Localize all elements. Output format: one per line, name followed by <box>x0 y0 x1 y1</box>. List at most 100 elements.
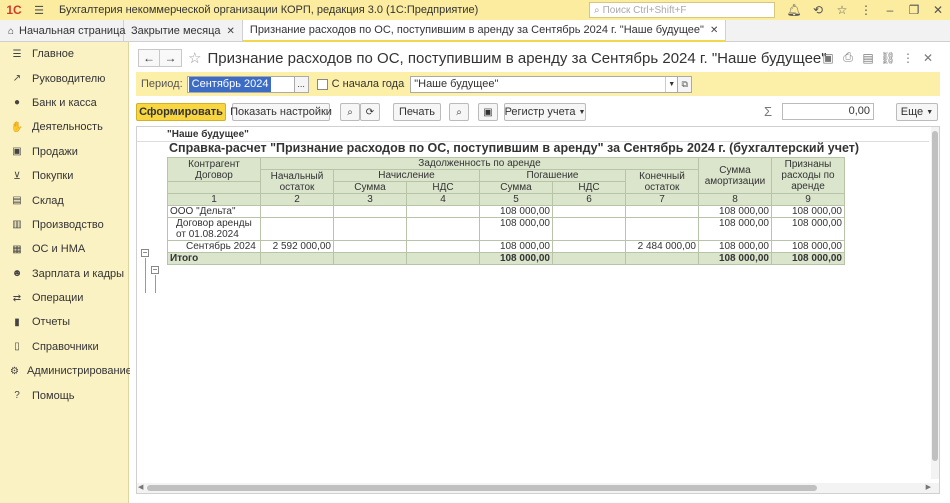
table-row[interactable]: Сентябрь 2024 2 592 000,00 108 000,00 2 … <box>167 240 845 253</box>
cell[interactable] <box>260 205 334 218</box>
tab-report[interactable]: Признание расходов по ОС, поступившим в … <box>242 20 727 42</box>
cell[interactable]: 108 000,00 <box>771 252 845 265</box>
sidebar-item-bank[interactable]: ● Банк и касса <box>0 91 128 115</box>
history-icon[interactable]: ⟲ <box>806 2 830 18</box>
find-next-button[interactable]: ⟳ <box>360 103 380 121</box>
scroll-thumb[interactable] <box>147 485 817 491</box>
cell-name[interactable]: Итого <box>167 252 261 265</box>
sum-field[interactable]: 0,00 <box>782 103 874 120</box>
close-tab-icon[interactable]: ✕ <box>227 26 235 37</box>
cell[interactable] <box>260 217 334 241</box>
bell-icon[interactable]: 🔔︎ <box>782 2 806 18</box>
sidebar-item-reports[interactable]: ▮ Отчеты <box>0 310 128 334</box>
cell[interactable] <box>333 240 407 253</box>
organization-field[interactable]: "Наше будущее" ▼ <box>410 75 679 93</box>
cell[interactable] <box>625 217 699 241</box>
collapse-group-icon[interactable]: − <box>141 249 149 257</box>
cell[interactable] <box>552 240 626 253</box>
sidebar-item-purchases[interactable]: ⊻ Покупки <box>0 164 128 188</box>
cell[interactable] <box>625 252 699 265</box>
cell[interactable]: 108 000,00 <box>698 240 772 253</box>
tab-home[interactable]: ⌂ Начальная страница <box>0 20 125 42</box>
more-button[interactable]: Еще ▼ <box>896 103 938 121</box>
close-tab-icon[interactable]: ✕ <box>710 25 718 36</box>
sidebar-item-admin[interactable]: ⚙ Администрирование <box>0 359 132 383</box>
sidebar-item-catalogs[interactable]: ▯ Справочники <box>0 335 128 359</box>
close-icon[interactable]: ✕ <box>918 51 938 65</box>
cell[interactable] <box>333 252 407 265</box>
table-row[interactable]: ООО "Дельта" 108 000,00 108 000,00 108 0… <box>167 205 845 218</box>
collapse-group-icon[interactable]: − <box>151 266 159 274</box>
cell[interactable]: 108 000,00 <box>698 217 772 241</box>
table-row[interactable]: Договор аренды от 01.08.2024 108 000,00 … <box>167 217 845 241</box>
report-sheet[interactable]: "Наше будущее" Справка-расчет "Признание… <box>136 126 940 494</box>
print-button[interactable]: Печать <box>393 103 441 121</box>
sidebar-item-sales[interactable]: ▣ Продажи <box>0 140 128 164</box>
close-icon[interactable]: ✕ <box>926 2 950 18</box>
cell[interactable]: 108 000,00 <box>479 217 553 241</box>
show-settings-button[interactable]: Показать настройки <box>230 103 332 121</box>
register-button[interactable]: Регистр учета ▼ <box>504 103 586 121</box>
more-icon[interactable]: ⋮ <box>854 2 878 18</box>
cell[interactable] <box>406 217 480 241</box>
from-year-checkbox[interactable] <box>316 78 328 90</box>
cell[interactable]: 108 000,00 <box>771 205 845 218</box>
cell[interactable] <box>625 205 699 218</box>
preview-button[interactable]: ⌕ <box>449 103 469 121</box>
scroll-left-icon[interactable]: ◀ <box>138 483 143 493</box>
search-input[interactable]: ⌕ Поиск Ctrl+Shift+F <box>589 2 775 18</box>
vertical-scrollbar[interactable] <box>931 127 939 479</box>
cell[interactable] <box>552 252 626 265</box>
minimize-icon[interactable]: – <box>878 2 902 18</box>
sidebar-item-main[interactable]: ☰ Главное <box>0 42 128 66</box>
preview-icon[interactable]: ▤ <box>858 51 878 65</box>
generate-button[interactable]: Сформировать <box>136 103 226 121</box>
search-report-button[interactable]: ⌕ <box>340 103 360 121</box>
cell-name[interactable]: Договор аренды от 01.08.2024 <box>167 217 261 241</box>
scroll-thumb[interactable] <box>932 131 938 461</box>
period-select-button[interactable]: ... <box>294 75 309 93</box>
cell[interactable]: 2 484 000,00 <box>625 240 699 253</box>
dropdown-icon[interactable]: ▼ <box>665 76 677 92</box>
sidebar-item-operations[interactable]: ⇄ Операции <box>0 286 128 310</box>
cell[interactable]: 108 000,00 <box>698 252 772 265</box>
print-icon[interactable]: ⎙ <box>838 50 858 65</box>
sidebar-item-manager[interactable]: ↗ Руководителю <box>0 66 128 90</box>
period-field[interactable]: Сентябрь 2024 <box>186 75 295 93</box>
cell[interactable] <box>406 252 480 265</box>
cell[interactable]: 108 000,00 <box>479 240 553 253</box>
more-icon[interactable]: ⋮ <box>898 51 918 65</box>
cell-name[interactable]: Сентябрь 2024 <box>167 240 261 253</box>
cell[interactable]: 108 000,00 <box>771 240 845 253</box>
total-row[interactable]: Итого 108 000,00 108 000,00 108 000,00 <box>167 252 845 265</box>
horizontal-scrollbar[interactable]: ◀ ▶ <box>137 483 939 493</box>
save-button[interactable]: ▣ <box>478 103 498 121</box>
cell[interactable]: 2 592 000,00 <box>260 240 334 253</box>
favorite-star-icon[interactable]: ☆ <box>188 49 201 67</box>
sidebar-item-help[interactable]: ? Помощь <box>0 383 128 407</box>
scroll-right-icon[interactable]: ▶ <box>926 483 931 493</box>
sidebar-item-salary[interactable]: ☻ Зарплата и кадры <box>0 262 128 286</box>
cell-name[interactable]: ООО "Дельта" <box>167 205 261 218</box>
link-icon[interactable]: ⛓ <box>878 51 898 65</box>
star-icon[interactable]: ☆ <box>830 2 854 18</box>
sidebar-item-production[interactable]: ▥ Производство <box>0 213 128 237</box>
cell[interactable] <box>552 205 626 218</box>
cell[interactable]: 108 000,00 <box>479 252 553 265</box>
cell[interactable] <box>333 217 407 241</box>
cell[interactable]: 108 000,00 <box>698 205 772 218</box>
tab-month-close[interactable]: Закрытие месяца ✕ <box>124 20 243 42</box>
open-organization-button[interactable]: ⧉ <box>678 75 693 93</box>
cell[interactable]: 108 000,00 <box>479 205 553 218</box>
menu-icon[interactable]: ☰ <box>31 2 47 18</box>
forward-button[interactable]: → <box>160 49 182 67</box>
save-icon[interactable]: ▣ <box>818 51 838 65</box>
sidebar-item-warehouse[interactable]: ▤ Склад <box>0 188 128 212</box>
back-button[interactable]: ← <box>138 49 160 67</box>
cell[interactable] <box>333 205 407 218</box>
sidebar-item-activity[interactable]: ✋ Деятельность <box>0 115 128 139</box>
restore-icon[interactable]: ❐ <box>902 2 926 18</box>
cell[interactable] <box>260 252 334 265</box>
cell[interactable] <box>406 240 480 253</box>
cell[interactable] <box>406 205 480 218</box>
